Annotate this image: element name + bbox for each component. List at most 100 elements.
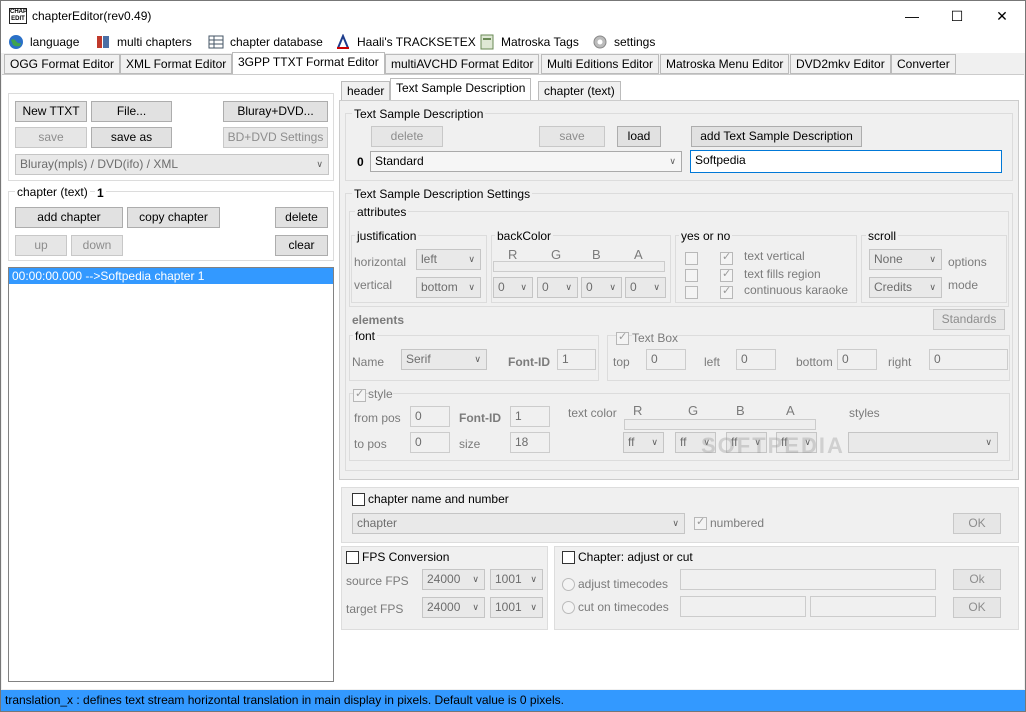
- menu-multi-chapters[interactable]: multi chapters: [95, 33, 192, 51]
- delete-chapter-button[interactable]: delete: [275, 207, 328, 228]
- font-id-field[interactable]: 1: [557, 349, 596, 370]
- cut-ok-button[interactable]: OK: [953, 597, 1001, 618]
- book-icon: [95, 34, 111, 50]
- backcolor-r-combo[interactable]: 0 ∨: [493, 277, 533, 298]
- size-field[interactable]: 18: [510, 432, 550, 453]
- styles-combo[interactable]: ∨: [848, 432, 998, 453]
- new-ttxt-button[interactable]: New TTXT: [15, 101, 87, 122]
- maximize-button[interactable]: ☐: [934, 1, 980, 31]
- continuous-karaoke-checkbox[interactable]: [720, 284, 733, 299]
- cut-from-field[interactable]: [680, 596, 806, 617]
- menu-settings[interactable]: settings: [592, 33, 655, 51]
- menu-language[interactable]: language: [8, 33, 79, 51]
- menu-matroska-tags[interactable]: Matroska Tags: [479, 33, 579, 51]
- text-color-r-combo[interactable]: ff ∨: [623, 432, 664, 453]
- target-fps-combo[interactable]: 24000 ∨: [422, 597, 485, 618]
- continuous-karaoke-label: continuous karaoke: [744, 283, 849, 297]
- cut-to-field[interactable]: [810, 596, 936, 617]
- tab-dvd2mkv-editor[interactable]: DVD2mkv Editor: [790, 54, 891, 74]
- subtab-header[interactable]: header: [341, 81, 391, 101]
- text-vertical-checkbox[interactable]: [720, 250, 733, 265]
- bd-dvd-settings-button[interactable]: BD+DVD Settings: [223, 127, 328, 148]
- tsd-delete-button[interactable]: delete: [371, 126, 443, 147]
- save-button[interactable]: save: [15, 127, 87, 148]
- chapter-name-ok-button[interactable]: OK: [953, 513, 1001, 534]
- adjust-cut-checkbox[interactable]: [562, 551, 575, 564]
- copy-chapter-button[interactable]: copy chapter: [127, 207, 220, 228]
- style-font-id-field[interactable]: 1: [510, 406, 550, 427]
- menu-chapter-database[interactable]: chapter database: [208, 33, 323, 51]
- yes-checkbox-3[interactable]: [685, 286, 698, 299]
- tab-matroska-menu-editor[interactable]: Matroska Menu Editor: [660, 54, 790, 74]
- subtab-chapter-text[interactable]: chapter (text): [538, 81, 621, 101]
- tab-3gpp-ttxt-format-editor[interactable]: 3GPP TTXT Format Editor: [232, 52, 385, 75]
- numbered-checkbox[interactable]: [694, 515, 707, 530]
- tab-multiavchd-format-editor[interactable]: multiAVCHD Format Editor: [385, 54, 540, 74]
- text-fills-region-checkbox[interactable]: [720, 267, 733, 282]
- attributes-label: attributes: [355, 205, 409, 219]
- haali-icon: [335, 33, 351, 50]
- right-field[interactable]: 0: [929, 349, 1008, 370]
- font-label: font: [353, 329, 378, 343]
- text-box-checkbox[interactable]: [616, 330, 629, 345]
- style-checkbox[interactable]: [353, 387, 366, 402]
- add-chapter-button[interactable]: add chapter: [15, 207, 123, 228]
- yes-checkbox-2[interactable]: [685, 269, 698, 282]
- bottom-field[interactable]: 0: [837, 349, 877, 370]
- cut-timecodes-radio[interactable]: [562, 601, 575, 614]
- from-pos-field[interactable]: 0: [410, 406, 450, 427]
- minimize-button[interactable]: —: [889, 1, 935, 31]
- yes-checkbox-1[interactable]: [685, 252, 698, 265]
- up-button[interactable]: up: [15, 235, 67, 256]
- adjust-ok-button[interactable]: Ok: [953, 569, 1001, 590]
- to-pos-label: to pos: [354, 437, 387, 451]
- add-tsd-button[interactable]: add Text Sample Description: [691, 126, 862, 147]
- left-label: left: [704, 355, 721, 369]
- source-type-combo[interactable]: Bluray(mpls) / DVD(ifo) / XML ∨: [15, 154, 329, 175]
- text-vertical-label: text vertical: [744, 249, 805, 263]
- scroll-combo[interactable]: None ∨: [869, 249, 942, 270]
- font-name-combo[interactable]: Serif ∨: [401, 349, 487, 370]
- mode-combo[interactable]: Credits ∨: [869, 277, 942, 298]
- left-field[interactable]: 0: [736, 349, 776, 370]
- chapter-name-checkbox[interactable]: [352, 493, 365, 506]
- tab-multi-editions-editor[interactable]: Multi Editions Editor: [541, 54, 660, 74]
- clear-button[interactable]: clear: [275, 235, 328, 256]
- numbered-label: numbered: [710, 516, 765, 530]
- to-pos-field[interactable]: 0: [410, 432, 450, 453]
- adjust-timecodes-field[interactable]: [680, 569, 936, 590]
- target-fps-divisor-combo[interactable]: 1001 ∨: [490, 597, 543, 618]
- chapter-count: 1: [95, 186, 106, 200]
- close-button[interactable]: ✕: [979, 1, 1025, 31]
- list-item[interactable]: 00:00:00.000 -->Softpedia chapter 1: [9, 268, 333, 284]
- adjust-timecodes-radio[interactable]: [562, 578, 575, 591]
- chapter-name-combo[interactable]: chapter ∨: [352, 513, 685, 534]
- bluray-dvd-button[interactable]: Bluray+DVD...: [223, 101, 328, 122]
- subtab-text-sample-description[interactable]: Text Sample Description: [390, 78, 532, 101]
- backcolor-g-combo[interactable]: 0 ∨: [537, 277, 578, 298]
- backcolor-a-combo[interactable]: 0 ∨: [625, 277, 666, 298]
- file-button[interactable]: File...: [91, 101, 172, 122]
- tsd-save-button[interactable]: save: [539, 126, 605, 147]
- app-logo: CHAP EDIT: [9, 8, 28, 24]
- standards-button[interactable]: Standards: [933, 309, 1005, 330]
- save-as-button[interactable]: save as: [91, 127, 172, 148]
- tsd-style-combo[interactable]: Standard ∨: [370, 151, 682, 172]
- down-button[interactable]: down: [71, 235, 123, 256]
- fps-checkbox[interactable]: [346, 551, 359, 564]
- menu-haali-tracksetex[interactable]: Haali's TRACKSETEX: [335, 33, 476, 51]
- source-fps-divisor-combo[interactable]: 1001 ∨: [490, 569, 543, 590]
- vertical-combo[interactable]: bottom ∨: [416, 277, 481, 298]
- top-field[interactable]: 0: [646, 349, 686, 370]
- source-fps-combo[interactable]: 24000 ∨: [422, 569, 485, 590]
- backcolor-b-combo[interactable]: 0 ∨: [581, 277, 622, 298]
- tsd-name-field[interactable]: Softpedia: [690, 150, 1002, 173]
- horizontal-combo[interactable]: left ∨: [416, 249, 481, 270]
- font-name-label: Name: [352, 355, 385, 369]
- tab-converter[interactable]: Converter: [891, 54, 956, 74]
- tab-ogg-format-editor[interactable]: OGG Format Editor: [4, 54, 121, 74]
- tab-xml-format-editor[interactable]: XML Format Editor: [120, 54, 233, 74]
- chapter-list[interactable]: 00:00:00.000 -->Softpedia chapter 1: [8, 267, 334, 682]
- tsd-load-button[interactable]: load: [617, 126, 661, 147]
- title-bar: CHAP EDIT chapterEditor(rev0.49) — ☐ ✕: [1, 1, 1025, 31]
